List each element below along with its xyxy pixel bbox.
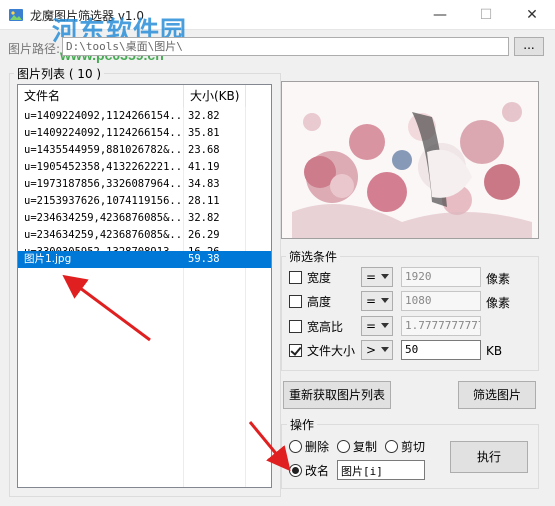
cut-radio[interactable] <box>385 440 398 453</box>
copy-radio[interactable] <box>337 440 350 453</box>
width-input[interactable]: 1920 <box>401 267 481 287</box>
ratio-label: 宽高比 <box>307 320 344 334</box>
filesize-operator-select[interactable]: > <box>361 340 393 360</box>
reload-list-button[interactable]: 重新获取图片列表 <box>283 381 391 409</box>
list-header: 文件名 大小(KB) <box>18 85 271 107</box>
row-filename: u=234634259,4236876085&... <box>24 212 182 224</box>
height-unit: 像素 <box>486 296 511 310</box>
height-checkbox-row[interactable]: 高度 <box>289 291 359 311</box>
row-size: 28.11 <box>188 195 220 207</box>
filter-group-title: 筛选条件 <box>286 248 341 265</box>
filesize-checkbox-row[interactable]: 文件大小 <box>289 340 361 360</box>
column-header-filename[interactable]: 文件名 <box>18 85 184 107</box>
height-checkbox[interactable] <box>289 295 302 308</box>
ratio-checkbox[interactable] <box>289 320 302 333</box>
row-size: 35.81 <box>188 127 220 139</box>
list-row[interactable]: u=1973187856,3326087964... 34.83 <box>18 176 271 193</box>
row-filename: u=2153937626,1074119156... <box>24 195 182 207</box>
ratio-input[interactable]: 1.7777777777 <box>401 316 481 336</box>
width-checkbox[interactable] <box>289 271 302 284</box>
width-checkbox-row[interactable]: 宽度 <box>289 267 359 287</box>
copy-label: 复制 <box>353 440 378 454</box>
filesize-input[interactable]: 50 <box>401 340 481 360</box>
list-row[interactable]: u=1409224092,1124266154... 32.82 <box>18 108 271 125</box>
image-preview <box>281 81 539 239</box>
image-list-title: 图片列表 ( 10 ) <box>14 65 105 82</box>
filesize-checkbox[interactable] <box>289 344 302 357</box>
rename-radio[interactable] <box>289 464 302 477</box>
row-size: 32.82 <box>188 110 220 122</box>
ratio-operator-select[interactable]: = <box>361 316 393 336</box>
preview-artwork <box>282 82 538 238</box>
row-size: 59.38 <box>188 253 220 265</box>
chevron-down-icon <box>381 323 389 328</box>
row-size: 32.82 <box>188 212 220 224</box>
list-row[interactable]: u=2153937626,1074119156... 28.11 <box>18 193 271 210</box>
filesize-unit: KB <box>486 344 503 358</box>
row-size: 34.83 <box>188 178 220 190</box>
row-size: 41.19 <box>188 161 220 173</box>
path-field[interactable]: D:\tools\桌面\图片\ <box>62 37 509 56</box>
row-filename: u=1435544959,881026782&... <box>24 144 182 156</box>
image-list[interactable]: 文件名 大小(KB) u=1409224092,1124266154... 32.… <box>17 84 272 488</box>
width-operator-value: = <box>366 270 377 284</box>
rename-label: 改名 <box>305 464 330 478</box>
list-row[interactable]: u=1435544959,881026782&... 23.68 <box>18 142 271 159</box>
path-label: 图片路径: <box>8 42 61 56</box>
filesize-operator-value: > <box>366 343 377 357</box>
list-row[interactable]: u=234634259,4236876085&... 26.29 <box>18 227 271 244</box>
row-size: 26.29 <box>188 229 220 241</box>
chevron-down-icon <box>381 298 389 303</box>
list-row[interactable]: u=1905452358,4132262221... 41.19 <box>18 159 271 176</box>
list-row[interactable]: u=234634259,4236876085&... 32.82 <box>18 210 271 227</box>
column-header-size[interactable]: 大小(KB) <box>184 85 246 107</box>
close-button[interactable]: ✕ <box>509 0 555 30</box>
minimize-button[interactable]: — <box>417 0 463 30</box>
width-unit: 像素 <box>486 272 511 286</box>
delete-radio[interactable] <box>289 440 302 453</box>
width-operator-select[interactable]: = <box>361 267 393 287</box>
ratio-operator-value: = <box>366 319 377 333</box>
row-filename: u=1409224092,1124266154... <box>24 110 182 122</box>
operations-group-title: 操作 <box>287 416 318 433</box>
delete-label: 删除 <box>305 440 330 454</box>
height-input[interactable]: 1080 <box>401 291 481 311</box>
filter-images-button[interactable]: 筛选图片 <box>458 381 536 409</box>
width-label: 宽度 <box>307 271 332 285</box>
height-label: 高度 <box>307 295 332 309</box>
filesize-label: 文件大小 <box>307 344 356 358</box>
row-filename: u=1973187856,3326087964... <box>24 178 182 190</box>
chevron-down-icon <box>381 347 389 352</box>
browse-button[interactable]: ... <box>514 37 544 56</box>
rename-pattern-input[interactable]: 图片[i] <box>337 460 425 480</box>
cut-label: 剪切 <box>401 440 426 454</box>
execute-button[interactable]: 执行 <box>450 441 528 473</box>
row-filename: 图片1.jpg <box>24 253 72 265</box>
list-row-selected[interactable]: 图片1.jpg 59.38 <box>18 251 271 268</box>
app-icon <box>9 9 23 21</box>
height-operator-select[interactable]: = <box>361 291 393 311</box>
list-row[interactable]: u=1409224092,1124266154... 35.81 <box>18 125 271 142</box>
row-size: 23.68 <box>188 144 220 156</box>
chevron-down-icon <box>381 274 389 279</box>
height-operator-value: = <box>366 294 377 308</box>
row-filename: u=234634259,4236876085&... <box>24 229 182 241</box>
row-filename: u=1905452358,4132262221... <box>24 161 182 173</box>
ratio-checkbox-row[interactable]: 宽高比 <box>289 316 359 336</box>
row-filename: u=1409224092,1124266154... <box>24 127 182 139</box>
maximize-button[interactable]: ☐ <box>463 0 509 30</box>
